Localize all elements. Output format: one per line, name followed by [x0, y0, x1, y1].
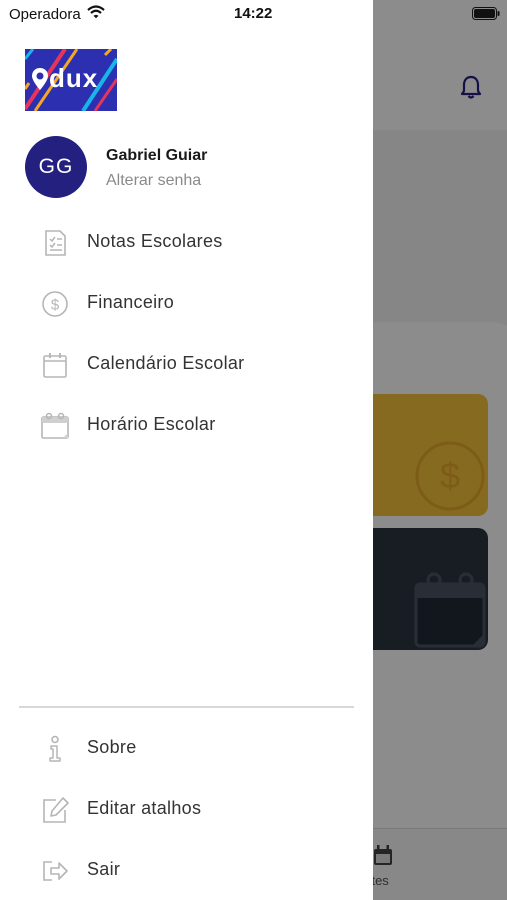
- carrier-name: Operadora: [9, 6, 81, 23]
- menu-item-notas-escolares[interactable]: Notas Escolares: [0, 217, 373, 267]
- dollar-icon: $: [41, 290, 69, 318]
- wifi-icon: [87, 5, 105, 24]
- menu-item-editar-atalhos[interactable]: Editar atalhos: [0, 784, 373, 834]
- svg-text:$: $: [51, 297, 60, 314]
- edit-icon: [41, 796, 69, 824]
- report-card-icon: [41, 229, 69, 257]
- menu-item-sair[interactable]: Sair: [0, 845, 373, 895]
- menu-label: Horário Escolar: [87, 414, 216, 434]
- calendar-icon: [41, 351, 69, 379]
- avatar[interactable]: GG: [25, 136, 87, 198]
- menu-item-horario-escolar[interactable]: Horário Escolar: [0, 400, 373, 450]
- clock: 14:22: [234, 5, 273, 22]
- navigation-drawer: dux GG Gabriel Guiar Alterar senha Notas…: [0, 0, 373, 900]
- location-pin-icon: [31, 67, 49, 96]
- menu-label: Notas Escolares: [87, 231, 223, 251]
- info-icon: [41, 735, 69, 763]
- menu-item-sobre[interactable]: Sobre: [0, 723, 373, 773]
- status-bar: Operadora 14:22: [0, 0, 507, 28]
- battery-icon: [472, 7, 500, 25]
- schedule-icon: [41, 412, 69, 440]
- menu-item-calendario-escolar[interactable]: Calendário Escolar: [0, 339, 373, 389]
- menu-label: Sair: [87, 859, 121, 879]
- menu-label: Sobre: [87, 737, 137, 757]
- logout-icon: [41, 857, 69, 885]
- dux-logo: dux: [25, 49, 117, 111]
- logo-text: dux: [49, 63, 99, 93]
- menu-label: Editar atalhos: [87, 798, 202, 818]
- change-password-link[interactable]: Alterar senha: [106, 172, 201, 190]
- menu-label: Calendário Escolar: [87, 353, 245, 373]
- menu-item-financeiro[interactable]: $ Financeiro: [0, 278, 373, 328]
- menu-label: Financeiro: [87, 292, 175, 312]
- divider: [19, 706, 354, 708]
- user-name: Gabriel Guiar: [106, 147, 208, 164]
